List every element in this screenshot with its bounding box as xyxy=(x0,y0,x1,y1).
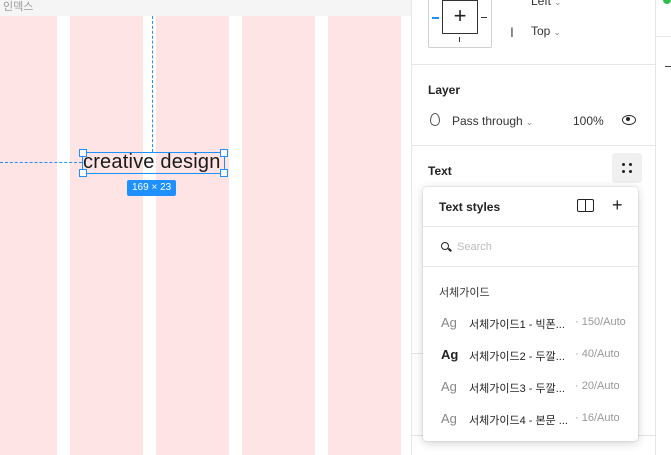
selection-box[interactable] xyxy=(82,152,225,174)
section-divider xyxy=(412,64,656,65)
resize-handle-top-right[interactable] xyxy=(220,149,228,157)
eye-icon[interactable] xyxy=(622,115,636,125)
blend-mode-icon xyxy=(430,113,440,126)
style-name: 서체가이드4 - 본문 ... xyxy=(469,415,568,427)
section-divider xyxy=(411,353,423,354)
popover-title: Text styles xyxy=(439,200,501,214)
layer-row: Pass through ⌄ 100% xyxy=(428,112,640,130)
chevron-down-icon: ⌄ xyxy=(554,0,562,7)
style-meta: · 40/Auto xyxy=(575,348,620,360)
style-search-input[interactable] xyxy=(457,238,617,256)
vertical-constraint-value: Top xyxy=(531,24,551,38)
minus-icon[interactable] xyxy=(665,66,671,67)
library-book-icon[interactable] xyxy=(577,199,595,213)
style-name: 서체가이드3 - 두깔... xyxy=(469,383,565,395)
right-edge-panel xyxy=(655,0,671,455)
resize-handle-top-left[interactable] xyxy=(79,149,87,157)
plus-icon: + xyxy=(453,3,467,28)
layout-grid-column xyxy=(70,16,143,455)
style-group-label: 서체가이드 xyxy=(439,287,490,299)
chevron-down-icon: ⌄ xyxy=(553,27,561,37)
vertical-measure-guide xyxy=(152,16,153,152)
layout-grid-column xyxy=(0,16,57,455)
style-preview: Ag xyxy=(441,411,457,426)
design-canvas[interactable]: 인덱스 creative design 169 × 23 xyxy=(0,0,411,455)
grid-dot xyxy=(629,170,632,173)
frame-label[interactable]: 인덱스 xyxy=(3,0,33,14)
grid-dot xyxy=(622,163,625,166)
popover-divider xyxy=(423,226,638,227)
grid-dot xyxy=(622,170,625,173)
resize-handle-bottom-right[interactable] xyxy=(220,169,228,177)
text-style-item[interactable]: Ag 서체가이드2 - 두깔... · 40/Auto xyxy=(423,342,638,368)
popover-divider xyxy=(423,266,638,267)
blend-mode-select[interactable]: Pass through ⌄ xyxy=(452,114,533,128)
search-icon xyxy=(441,242,449,250)
text-styles-popover: Text styles + 서체가이드 Ag 서체가이드1 - 빅폰... · … xyxy=(423,187,638,441)
grid-dot xyxy=(629,163,632,166)
constraints-widget[interactable]: + xyxy=(428,0,492,48)
layer-opacity-input[interactable]: 100% xyxy=(573,114,604,128)
layer-section-title: Layer xyxy=(428,83,461,97)
style-name: 서체가이드1 - 빅폰... xyxy=(469,319,565,331)
style-meta: · 150/Auto xyxy=(575,316,626,328)
text-section-title: Text xyxy=(428,164,452,178)
constraint-right-indicator[interactable] xyxy=(481,17,487,18)
edge-divider xyxy=(656,36,671,37)
layout-grid-column xyxy=(328,16,401,455)
constraint-bottom-indicator[interactable] xyxy=(459,37,460,42)
horizontal-constraint-select[interactable]: Left ⌄ xyxy=(531,0,562,8)
style-meta: · 20/Auto xyxy=(575,380,620,392)
text-style-item[interactable]: Ag 서체가이드3 - 두깔... · 20/Auto xyxy=(423,374,638,400)
layout-grid-column xyxy=(242,16,315,455)
vertical-constraint-select[interactable]: Top ⌄ xyxy=(531,24,561,38)
style-preview: Ag xyxy=(441,315,457,330)
text-style-item[interactable]: Ag 서체가이드1 - 빅폰... · 150/Auto xyxy=(423,310,638,336)
horizontal-constraint-value: Left xyxy=(531,0,552,8)
add-style-icon[interactable]: + xyxy=(612,195,623,215)
style-meta: · 16/Auto xyxy=(575,412,620,424)
constraints-inner-box: + xyxy=(442,0,478,34)
resize-handle-bottom-left[interactable] xyxy=(79,169,87,177)
constraint-left-indicator[interactable] xyxy=(432,17,439,19)
section-divider xyxy=(412,145,656,146)
text-style-item[interactable]: Ag 서체가이드4 - 본문 ... · 16/Auto xyxy=(423,406,638,432)
blend-mode-value: Pass through xyxy=(452,114,523,128)
vertical-constraint-icon: Ι xyxy=(510,24,514,40)
chevron-down-icon: ⌄ xyxy=(525,117,534,127)
text-styles-button[interactable] xyxy=(612,153,642,183)
frame-header xyxy=(0,0,411,16)
dimension-badge: 169 × 23 xyxy=(127,180,177,196)
style-name: 서체가이드2 - 두깔... xyxy=(469,351,565,363)
style-preview: Ag xyxy=(441,379,457,394)
layout-grid-column xyxy=(156,16,229,455)
horizontal-measure-guide xyxy=(0,162,82,163)
style-preview: Ag xyxy=(441,347,459,362)
